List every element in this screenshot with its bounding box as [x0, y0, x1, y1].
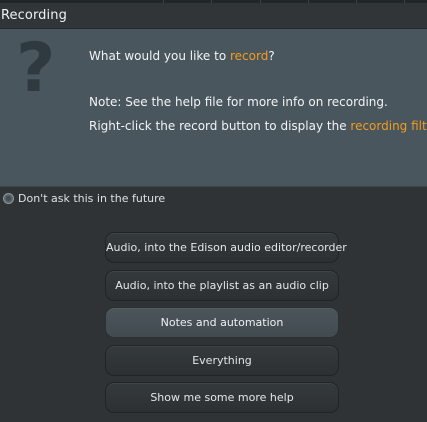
- notes-automation-button[interactable]: Notes and automation: [105, 307, 339, 338]
- title-bar[interactable]: Recording: [0, 3, 427, 29]
- question-mark-icon: ?: [16, 29, 56, 108]
- prompt-suffix: ?: [268, 49, 275, 63]
- window-title: Recording: [1, 8, 67, 23]
- record-link[interactable]: record: [230, 49, 268, 63]
- hint-prefix: Right-click the record button to display…: [89, 119, 351, 133]
- prompt-prefix: What would you like to: [89, 49, 230, 63]
- prompt-text: What would you like to record?: [89, 49, 275, 63]
- recording-filter-link[interactable]: recording filter: [350, 119, 427, 133]
- right-click-hint: Right-click the record button to display…: [89, 119, 427, 133]
- help-note-text: Note: See the help file for more info on…: [89, 95, 388, 109]
- info-panel: ? What would you like to record? Note: S…: [0, 29, 427, 187]
- recording-options: Audio, into the Edison audio editor/reco…: [105, 232, 347, 420]
- dont-ask-radio[interactable]: [3, 193, 14, 204]
- dont-ask-option[interactable]: Don't ask this in the future: [3, 192, 165, 205]
- audio-edison-button[interactable]: Audio, into the Edison audio editor/reco…: [105, 232, 347, 263]
- everything-button[interactable]: Everything: [105, 344, 339, 376]
- more-help-button[interactable]: Show me some more help: [105, 382, 339, 413]
- audio-playlist-button[interactable]: Audio, into the playlist as an audio cli…: [105, 269, 339, 301]
- dont-ask-label: Don't ask this in the future: [18, 192, 166, 205]
